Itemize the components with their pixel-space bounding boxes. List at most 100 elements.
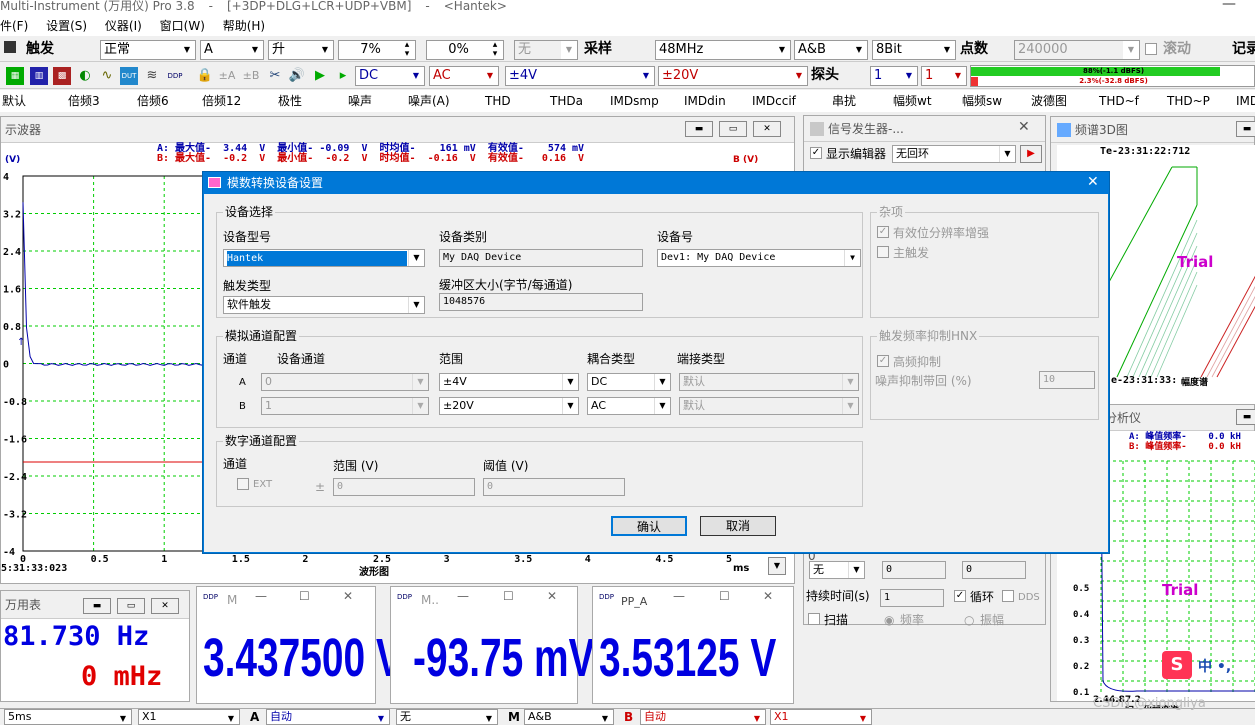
minimize-icon[interactable]: — xyxy=(673,589,685,603)
x-multiplier-select[interactable]: X1 xyxy=(138,709,240,725)
trigger-aux-select[interactable]: 无 xyxy=(514,40,578,60)
tool-icon[interactable]: ✂ xyxy=(266,67,284,85)
mode-item[interactable]: 倍频12 xyxy=(202,90,241,112)
probe-b-select[interactable]: 1 xyxy=(921,66,967,86)
mode-item[interactable]: 噪声(A) xyxy=(408,90,450,112)
play-icon[interactable]: ▶ xyxy=(1020,145,1042,163)
coupling-a-select[interactable]: DC xyxy=(355,66,425,86)
mode-item[interactable]: 极性 xyxy=(278,90,302,112)
maximize-icon[interactable]: ☐ xyxy=(719,589,730,603)
device-number-select[interactable]: Dev1: My DAQ Device xyxy=(657,249,861,267)
mode-item[interactable]: 串扰 xyxy=(832,90,856,112)
ch-b-icon[interactable]: ±B xyxy=(242,67,260,85)
close-icon[interactable]: ✕ xyxy=(343,589,353,603)
mode-item[interactable]: IMDdin xyxy=(684,90,726,112)
lock-icon[interactable]: 🔒 xyxy=(196,67,214,85)
sample-rate-select[interactable]: 48MHz xyxy=(655,40,791,60)
scroll-checkbox[interactable] xyxy=(1145,43,1157,55)
master-trigger-checkbox[interactable] xyxy=(877,246,889,258)
minimize-icon[interactable]: — xyxy=(255,589,267,603)
ime-logo-icon[interactable]: S xyxy=(1162,651,1192,679)
range-a-select[interactable]: ±4V xyxy=(505,66,655,86)
ddp-icon[interactable]: DDP xyxy=(166,67,184,85)
channel-select[interactable]: A&B xyxy=(794,40,868,60)
phase-icon[interactable]: ◐ xyxy=(76,67,94,85)
record-button[interactable]: 记录 xyxy=(1232,39,1255,59)
amp-radio[interactable]: ○ xyxy=(964,613,974,627)
mode-item[interactable]: 倍频6 xyxy=(137,90,169,112)
menu-settings[interactable]: 设置(S) xyxy=(46,19,87,33)
loop-select[interactable]: 无回环 xyxy=(892,145,1016,163)
b-multiplier-select[interactable]: X1 xyxy=(770,709,872,725)
coupling-b-select[interactable]: AC xyxy=(429,66,499,86)
wave-select[interactable]: 无 xyxy=(809,561,865,579)
speaker-icon[interactable]: 🔊 xyxy=(288,67,306,85)
mode-item[interactable]: 幅频sw xyxy=(962,90,1002,112)
mode-item[interactable]: THD~P xyxy=(1167,90,1210,112)
minimize-icon[interactable]: ▬ xyxy=(1236,121,1255,137)
dds-checkbox[interactable] xyxy=(1002,590,1014,602)
ch-a-icon[interactable]: ±A xyxy=(218,67,236,85)
play-once-icon[interactable]: ▸ xyxy=(334,67,352,85)
mode-item[interactable]: THD~f xyxy=(1099,90,1139,112)
points-select[interactable]: 240000 xyxy=(1014,40,1140,60)
a-mode-select[interactable]: 自动 xyxy=(266,709,390,725)
close-icon[interactable]: ✕ xyxy=(753,121,781,137)
timebase-select[interactable]: 5ms xyxy=(4,709,132,725)
row-b-range-select[interactable]: ±20V xyxy=(439,397,579,415)
menu-instrument[interactable]: 仪器(I) xyxy=(105,19,142,33)
maximize-icon[interactable]: ▭ xyxy=(719,121,747,137)
m-select[interactable]: A&B xyxy=(524,709,614,725)
row-b-device-select[interactable]: 1 xyxy=(261,397,429,415)
dut-icon[interactable]: DUT xyxy=(120,67,138,85)
close-icon[interactable]: ✕ xyxy=(1018,119,1030,135)
loop-checkbox[interactable]: ✓ xyxy=(954,590,966,602)
spectrogram-icon[interactable]: ▩ xyxy=(53,67,71,85)
close-icon[interactable]: ✕ xyxy=(547,589,557,603)
row-a-device-select[interactable]: 0 xyxy=(261,373,429,391)
b-mode-select[interactable]: 自动 xyxy=(640,709,766,725)
mode-item[interactable]: IMDccif xyxy=(752,90,796,112)
minimize-icon[interactable]: — xyxy=(457,589,469,603)
menu-window[interactable]: 窗口(W) xyxy=(160,19,205,33)
menu-file[interactable]: 件(F) xyxy=(0,19,28,33)
trigger-offset-stepper[interactable]: 0% xyxy=(426,40,504,60)
sweep-icon[interactable]: ∿ xyxy=(98,67,116,85)
menu-help[interactable]: 帮助(H) xyxy=(223,19,265,33)
mode-item[interactable]: IMDsmp xyxy=(610,90,659,112)
close-icon[interactable]: ✕ xyxy=(151,598,179,614)
bits-select[interactable]: 8Bit xyxy=(872,40,956,60)
cancel-button[interactable]: 取消 xyxy=(700,516,776,536)
close-icon[interactable]: ✕ xyxy=(1087,174,1099,190)
minimize-icon[interactable]: ▬ xyxy=(83,598,111,614)
ok-button[interactable]: 确认 xyxy=(611,516,687,536)
mode-item[interactable]: 噪声 xyxy=(348,90,372,112)
freq2-input[interactable]: 0 xyxy=(962,561,1026,579)
status-aux-select[interactable]: 无 xyxy=(396,709,498,725)
scope-dropdown-icon[interactable]: ▼ xyxy=(768,557,786,575)
close-icon[interactable]: — xyxy=(1222,0,1236,12)
row-b-coupling-select[interactable]: AC xyxy=(587,397,671,415)
oscilloscope-icon[interactable]: ▦ xyxy=(6,67,24,85)
minimize-icon[interactable]: ▬ xyxy=(1236,409,1255,425)
row-b-termination-select[interactable]: 默认 xyxy=(679,397,859,415)
range-b-select[interactable]: ±20V xyxy=(658,66,808,86)
trigger-mode-select[interactable]: 正常 xyxy=(100,40,196,60)
minimize-icon[interactable]: ▬ xyxy=(685,121,713,137)
duration-input[interactable]: 1 xyxy=(880,589,944,607)
show-editor-checkbox[interactable]: ✓ xyxy=(810,147,822,159)
maximize-icon[interactable]: ▭ xyxy=(117,598,145,614)
hf-reject-checkbox[interactable]: ✓ xyxy=(877,355,889,367)
row-a-coupling-select[interactable]: DC xyxy=(587,373,671,391)
multi-wave-icon[interactable]: ≋ xyxy=(143,67,161,85)
digital-threshold-field[interactable]: 0 xyxy=(483,478,625,496)
mode-item[interactable]: 默认 xyxy=(2,90,26,112)
mode-item[interactable]: THDa xyxy=(550,90,583,112)
freq-radio[interactable]: ◉ xyxy=(884,613,894,627)
mode-item[interactable]: 幅频wt xyxy=(893,90,932,112)
trigger-type-select[interactable]: 软件触发 xyxy=(223,296,425,314)
row-a-termination-select[interactable]: 默认 xyxy=(679,373,859,391)
digital-range-field[interactable]: 0 xyxy=(333,478,475,496)
mode-item[interactable]: THD xyxy=(485,90,511,112)
probe-a-select[interactable]: 1 xyxy=(870,66,918,86)
